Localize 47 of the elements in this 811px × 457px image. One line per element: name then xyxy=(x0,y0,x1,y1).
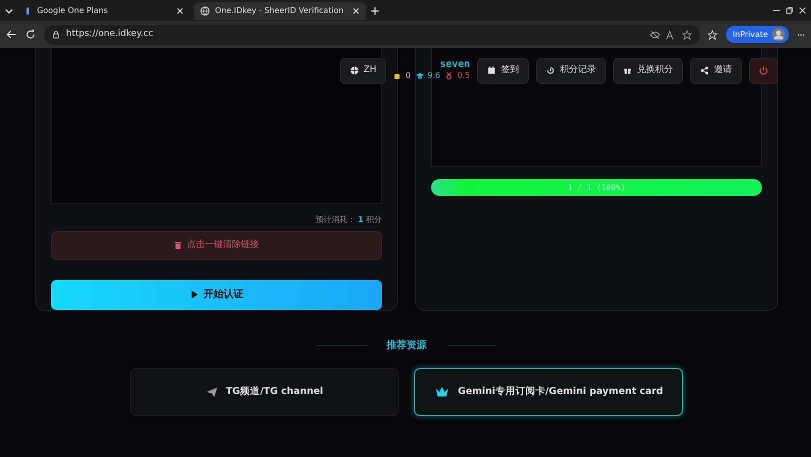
stat-value: 9.6 xyxy=(428,70,440,82)
language-button[interactable]: ZH xyxy=(340,58,386,84)
browser-tab[interactable]: Google One Plans xyxy=(18,2,190,20)
crown-icon xyxy=(434,385,450,399)
close-icon xyxy=(176,6,184,14)
url-text: https://one.idkey.cc xyxy=(66,28,154,41)
resource-link-card[interactable]: Gemini专用订阅卡/Gemini payment card xyxy=(414,368,683,416)
start-verification-button[interactable]: 开始认证 xyxy=(51,280,382,310)
username: seven xyxy=(438,60,470,70)
back-icon xyxy=(6,29,17,40)
history-icon xyxy=(546,66,555,75)
clear-links-button[interactable]: 点击一键清除链接 xyxy=(51,231,382,260)
stat-value: 0 xyxy=(405,70,411,82)
browser-tab[interactable]: One.IDkey - SheerID Verification xyxy=(194,2,366,20)
calendar-icon xyxy=(487,66,496,75)
trash-icon xyxy=(174,240,182,250)
cost-text: 预计消耗： 1 积分 xyxy=(314,214,382,226)
play-icon xyxy=(190,290,198,300)
globe-icon xyxy=(350,66,358,75)
close-window-icon xyxy=(798,6,807,15)
lock-icon xyxy=(52,30,60,39)
star-icon xyxy=(682,30,692,40)
header-button[interactable]: 兑换积分 xyxy=(613,58,683,84)
header-button[interactable]: 积分记录 xyxy=(536,58,606,84)
header-button[interactable]: 邀请 xyxy=(690,58,742,84)
progress-reading: 1 / 1 (100%) xyxy=(568,182,626,194)
inprivate-button[interactable]: InPrivate xyxy=(726,26,789,43)
eye-slash-icon xyxy=(650,30,660,40)
power-icon xyxy=(759,66,768,75)
page-icon xyxy=(24,6,32,16)
resource-link-card[interactable]: TG频道/TG channel xyxy=(130,368,399,416)
close-icon xyxy=(352,6,360,14)
address-bar[interactable]: https://one.idkey.cc xyxy=(44,24,700,44)
section-title: 推荐资源 xyxy=(386,338,426,353)
stat-value: 0.5 xyxy=(457,70,470,82)
globe-icon xyxy=(200,6,210,16)
power-button[interactable] xyxy=(749,58,778,84)
link-input-field[interactable] xyxy=(51,48,382,204)
favorites-icon xyxy=(708,30,718,40)
refresh-icon xyxy=(25,29,36,40)
new-tab-icon xyxy=(370,6,380,16)
avatar-icon xyxy=(772,28,785,41)
paper-plane-icon xyxy=(206,386,218,398)
header-button[interactable]: 签到 xyxy=(477,58,529,84)
restore-icon xyxy=(785,6,794,15)
read-aloud-icon xyxy=(666,30,676,40)
share-icon xyxy=(700,66,709,75)
